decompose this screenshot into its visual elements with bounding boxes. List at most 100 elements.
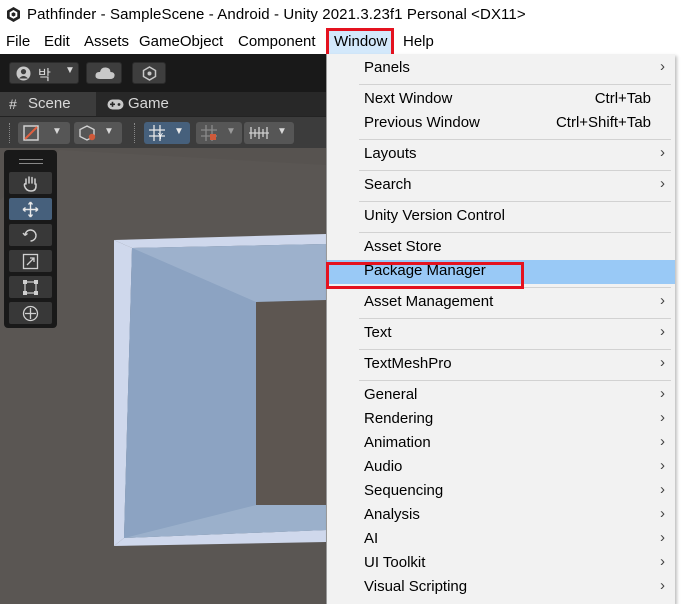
menu-item-rendering[interactable]: Rendering › <box>327 408 675 432</box>
menu-item-animation[interactable]: Animation › <box>327 432 675 456</box>
snap-icon <box>201 125 217 141</box>
move-arrows-icon <box>22 201 39 218</box>
increment-snap-icon <box>249 127 269 139</box>
toolbar-grip <box>134 123 137 143</box>
account-dropdown[interactable]: 박 ▼ <box>9 62 79 84</box>
menu-item-ui-toolkit[interactable]: UI Toolkit › <box>327 552 675 576</box>
services-icon <box>142 66 157 81</box>
menu-item-audio[interactable]: Audio › <box>327 456 675 480</box>
menu-component[interactable]: Component <box>238 33 316 50</box>
hand-tool-button[interactable] <box>9 172 52 194</box>
submenu-arrow-icon: › <box>660 58 665 75</box>
rect-tool-button[interactable] <box>9 276 52 298</box>
menu-divider <box>359 232 671 233</box>
toolbar-grip <box>9 123 12 143</box>
menu-item-label: UI Toolkit <box>364 554 426 571</box>
chevron-down-icon: ▼ <box>52 126 62 137</box>
increment-snap-dropdown[interactable]: ▼ <box>244 122 294 144</box>
tab-scene-label: Scene <box>28 95 71 112</box>
title-bar: Pathfinder - SampleScene - Android - Uni… <box>0 0 682 30</box>
menu-item-label: Analysis <box>364 506 420 523</box>
menu-divider <box>359 380 671 381</box>
submenu-arrow-icon: › <box>660 481 665 498</box>
menu-item-label: General <box>364 386 418 403</box>
menu-help[interactable]: Help <box>403 33 434 50</box>
menu-item-shortcut: Ctrl+Shift+Tab <box>555 114 651 131</box>
grid-snap-dropdown[interactable]: Y ▼ <box>144 122 190 144</box>
cube-icon <box>79 125 96 141</box>
menu-window-highlight[interactable]: Window <box>326 28 394 57</box>
scene-grid-icon: # <box>9 96 17 112</box>
rotate-icon <box>22 229 37 242</box>
submenu-arrow-icon: › <box>660 553 665 570</box>
menu-item-visual-scripting[interactable]: Visual Scripting › <box>327 576 675 600</box>
render-mode-dropdown[interactable]: ▼ <box>74 122 122 144</box>
chevron-down-icon: ▼ <box>65 65 75 76</box>
menu-item-shortcut: Ctrl+Tab <box>594 90 651 107</box>
submenu-arrow-icon: › <box>660 385 665 402</box>
chevron-down-icon: ▼ <box>104 126 114 137</box>
menu-edit[interactable]: Edit <box>44 33 70 50</box>
menu-assets[interactable]: Assets <box>84 33 129 50</box>
window-menu-dropdown: Panels › Next Window Ctrl+Tab Previous W… <box>326 54 675 604</box>
menu-item-label: Panels <box>364 59 410 76</box>
rotate-tool-button[interactable] <box>9 224 52 246</box>
menu-item-label: Sequencing <box>364 482 444 499</box>
menu-divider <box>359 201 671 202</box>
grid-visibility-icon: Y <box>149 125 165 141</box>
menu-item-textmeshpro[interactable]: TextMeshPro › <box>327 353 675 377</box>
menu-item-analysis[interactable]: Analysis › <box>327 504 675 528</box>
submenu-arrow-icon: › <box>660 457 665 474</box>
cloud-button[interactable] <box>86 62 122 84</box>
menu-item-label: Unity Version Control <box>364 207 505 224</box>
menu-item-next-window[interactable]: Next Window Ctrl+Tab <box>327 88 675 112</box>
menu-item-label: Asset Management <box>364 293 494 310</box>
tab-game[interactable]: Game <box>100 92 190 116</box>
scale-tool-button[interactable] <box>9 250 52 272</box>
menu-item-sequencing[interactable]: Sequencing › <box>327 480 675 504</box>
menu-item-label: Asset Store <box>364 238 442 255</box>
menu-gameobject[interactable]: GameObject <box>139 33 223 50</box>
submenu-arrow-icon: › <box>660 323 665 340</box>
menu-item-label: Layouts <box>364 145 417 162</box>
menu-divider <box>359 170 671 171</box>
transform-tool-button[interactable] <box>9 302 52 324</box>
menu-item-panels[interactable]: Panels › <box>327 57 675 81</box>
shading-mode-icon <box>23 125 39 141</box>
menu-item-general[interactable]: General › <box>327 384 675 408</box>
menu-item-label: Animation <box>364 434 431 451</box>
chevron-down-icon: ▼ <box>226 126 236 137</box>
move-tool-button[interactable] <box>9 198 52 220</box>
collab-button[interactable] <box>132 62 166 84</box>
menu-item-label: AI <box>364 530 379 547</box>
submenu-arrow-icon: › <box>660 577 665 594</box>
tab-scene[interactable]: # Scene <box>0 92 96 116</box>
menu-item-asset-management[interactable]: Asset Management › <box>327 291 675 315</box>
gamepad-icon <box>107 99 124 110</box>
menu-item-text[interactable]: Text › <box>327 322 675 346</box>
submenu-arrow-icon: › <box>660 292 665 309</box>
menu-window[interactable]: Window <box>334 33 387 50</box>
package-manager-highlight-box <box>326 262 524 289</box>
menu-item-ai[interactable]: AI › <box>327 528 675 552</box>
rect-transform-icon <box>23 280 38 295</box>
chevron-down-icon: ▼ <box>174 126 184 137</box>
submenu-arrow-icon: › <box>660 529 665 546</box>
menu-item-label: Next Window <box>364 90 453 107</box>
menu-divider <box>359 84 671 85</box>
menu-file[interactable]: File <box>6 33 30 50</box>
menu-item-search[interactable]: Search › <box>327 174 675 198</box>
menu-item-asset-store[interactable]: Asset Store <box>327 236 675 260</box>
menu-divider <box>359 318 671 319</box>
hand-icon <box>23 176 37 192</box>
account-icon <box>16 66 31 81</box>
menu-item-label: Audio <box>364 458 403 475</box>
draw-mode-dropdown[interactable]: ▼ <box>18 122 70 144</box>
submenu-arrow-icon: › <box>660 409 665 426</box>
scale-icon <box>22 253 39 270</box>
menu-item-layouts[interactable]: Layouts › <box>327 143 675 167</box>
menu-item-unity-version-control[interactable]: Unity Version Control <box>327 205 675 229</box>
menu-item-previous-window[interactable]: Previous Window Ctrl+Shift+Tab <box>327 112 675 136</box>
snap-dropdown[interactable]: ▼ <box>196 122 242 144</box>
chevron-down-icon: ▼ <box>277 126 287 137</box>
